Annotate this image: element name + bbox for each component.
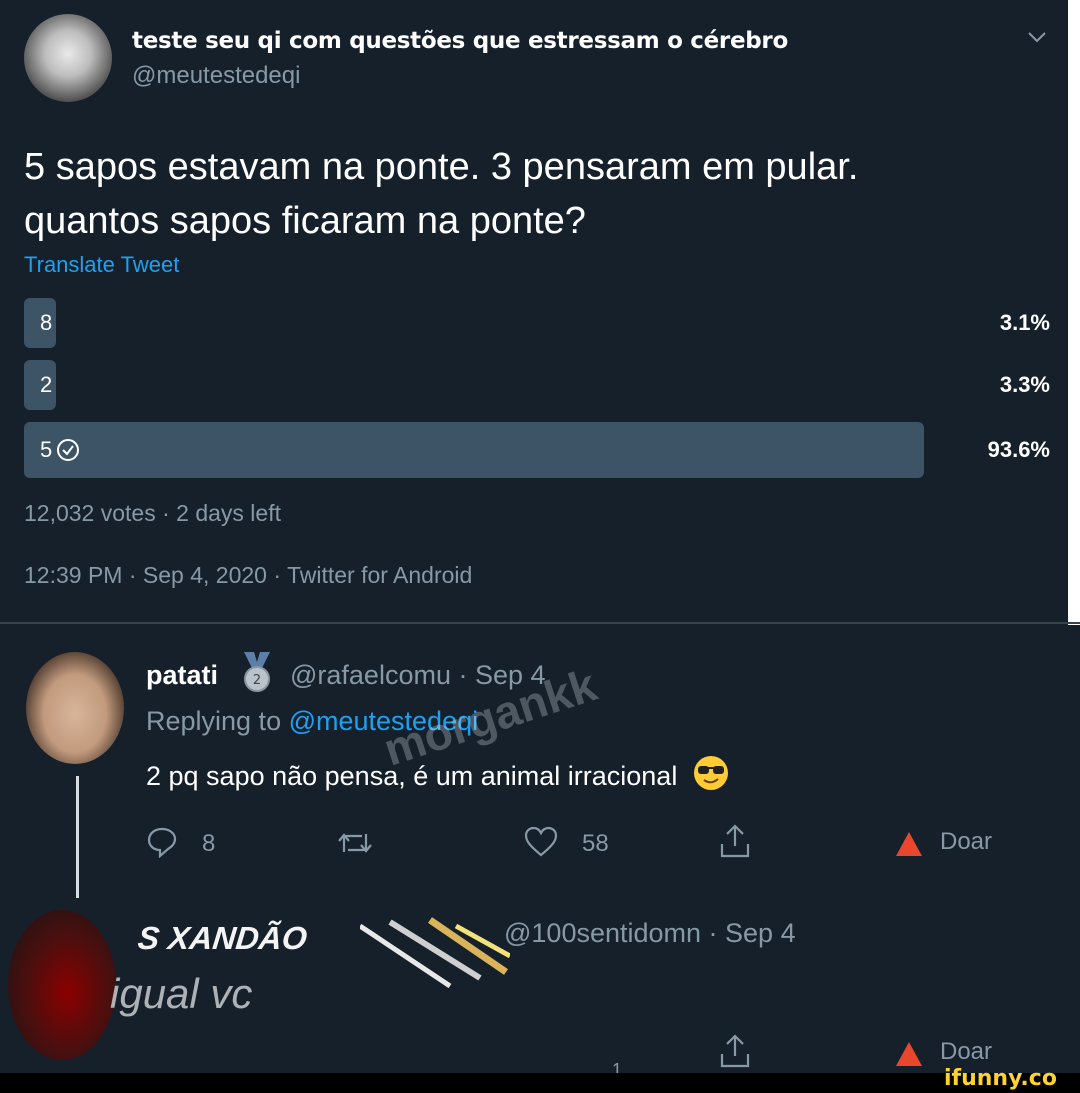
tweet-text-line2: quantos sapos ficaram na ponte? xyxy=(24,200,586,242)
poll-option-label: 2 xyxy=(40,372,53,397)
decorative-streaks xyxy=(360,917,510,989)
poll-option-percent: 3.1% xyxy=(999,310,1050,335)
medal-icon: 2 xyxy=(244,652,270,692)
tweet-timestamp[interactable]: 12:39 PM · Sep 4, 2020 · Twitter for And… xyxy=(24,562,472,589)
main-tweet xyxy=(0,0,1068,625)
tweet-text-line1: 5 sapos estavam na ponte. 3 pensaram em … xyxy=(24,146,859,188)
poll-option-label: 5 xyxy=(40,425,80,475)
second-reply-author-handle[interactable]: @100sentidomn · Sep 4 xyxy=(504,918,796,949)
share-icon[interactable] xyxy=(718,1032,752,1070)
tweet-text: 5 sapos estavam na ponte. 3 pensaram em … xyxy=(24,140,1024,248)
brave-icon xyxy=(896,832,922,856)
doar-button[interactable]: Doar xyxy=(940,1038,992,1066)
sunglasses-emoji-icon xyxy=(693,756,728,790)
ifunny-logo: ifunny.co xyxy=(944,1066,1057,1091)
svg-text:2: 2 xyxy=(253,673,261,688)
poll-option-label: 8 xyxy=(40,310,53,335)
share-icon[interactable] xyxy=(718,822,752,860)
check-circle-icon xyxy=(57,439,80,461)
like-icon[interactable] xyxy=(524,826,558,858)
brave-icon xyxy=(896,1042,922,1066)
screenshot-edge xyxy=(1068,0,1080,625)
author-handle[interactable]: @meutestedeqi xyxy=(132,62,300,90)
reply-author-avatar[interactable] xyxy=(26,652,124,764)
poll-option-bar xyxy=(24,422,924,478)
ifunny-footer xyxy=(0,1073,1080,1093)
second-reply-avatar[interactable] xyxy=(8,910,116,1060)
retweet-icon[interactable] xyxy=(336,828,374,858)
second-reply-author-name[interactable]: S XANDÃO xyxy=(136,920,309,957)
doar-button[interactable]: Doar xyxy=(940,828,992,856)
poll-votes: 12,032 votes · 2 days left xyxy=(24,500,281,526)
second-reply-text: igual vc xyxy=(110,970,253,1017)
thread-line xyxy=(76,776,79,898)
replying-to-prefix: Replying to xyxy=(146,706,289,736)
reply-author-name[interactable]: patati xyxy=(146,660,218,691)
author-avatar[interactable] xyxy=(24,14,112,102)
poll-option-percent: 3.3% xyxy=(999,372,1050,397)
translate-tweet-link[interactable]: Translate Tweet xyxy=(24,252,179,278)
chevron-down-icon[interactable] xyxy=(1026,26,1048,48)
like-count: 58 xyxy=(582,830,609,857)
reply-count: 8 xyxy=(202,830,216,857)
divider xyxy=(0,622,1080,624)
poll-option-percent: 93.6% xyxy=(987,437,1050,462)
reply-icon[interactable] xyxy=(146,826,178,858)
author-name[interactable]: teste seu qi com questões que estressam … xyxy=(132,28,788,54)
